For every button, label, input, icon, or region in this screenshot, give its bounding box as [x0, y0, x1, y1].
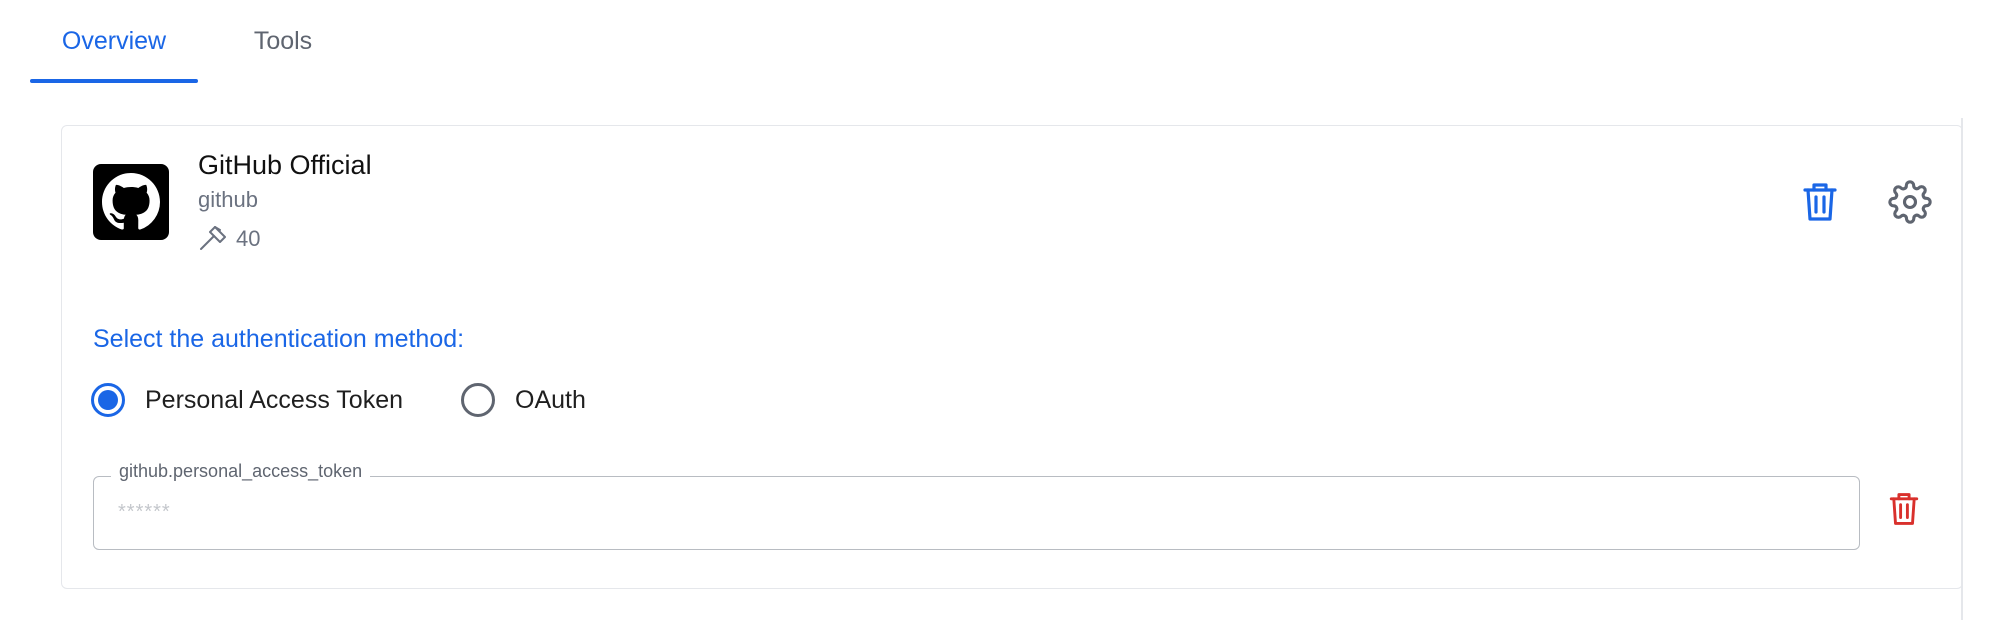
radio-button-checked[interactable] [91, 383, 125, 417]
trash-icon [1889, 492, 1919, 526]
personal-access-token-input[interactable] [118, 494, 1818, 530]
delete-server-button[interactable] [1794, 176, 1846, 228]
radio-label: Personal Access Token [145, 385, 404, 414]
token-field-label: github.personal_access_token [111, 461, 371, 482]
radio-label: OAuth [515, 385, 586, 414]
tools-count-value: 40 [236, 226, 261, 251]
tab-bar: Overview Tools [0, 0, 1999, 84]
scroll-edge [1961, 118, 1963, 620]
server-settings-button[interactable] [1884, 176, 1936, 228]
server-id: github [198, 187, 258, 212]
trash-icon [1803, 182, 1837, 222]
gear-icon [1888, 180, 1932, 224]
tab-overview[interactable]: Overview [30, 0, 198, 82]
radio-oauth[interactable]: OAuth [461, 378, 586, 422]
tab-tools[interactable]: Tools [222, 0, 344, 82]
radio-personal-access-token[interactable]: Personal Access Token [91, 378, 403, 422]
tools-count: 40 [198, 224, 260, 254]
server-name: GitHub Official [198, 150, 372, 180]
github-logo-icon [93, 164, 169, 240]
active-tab-indicator [30, 79, 198, 83]
server-detail-page: Overview Tools GitHub Official github 40 [0, 0, 1999, 620]
auth-method-heading: Select the authentication method: [93, 325, 465, 353]
radio-button-unchecked[interactable] [461, 383, 495, 417]
hammer-icon [198, 226, 228, 252]
delete-token-button[interactable] [1878, 483, 1930, 535]
